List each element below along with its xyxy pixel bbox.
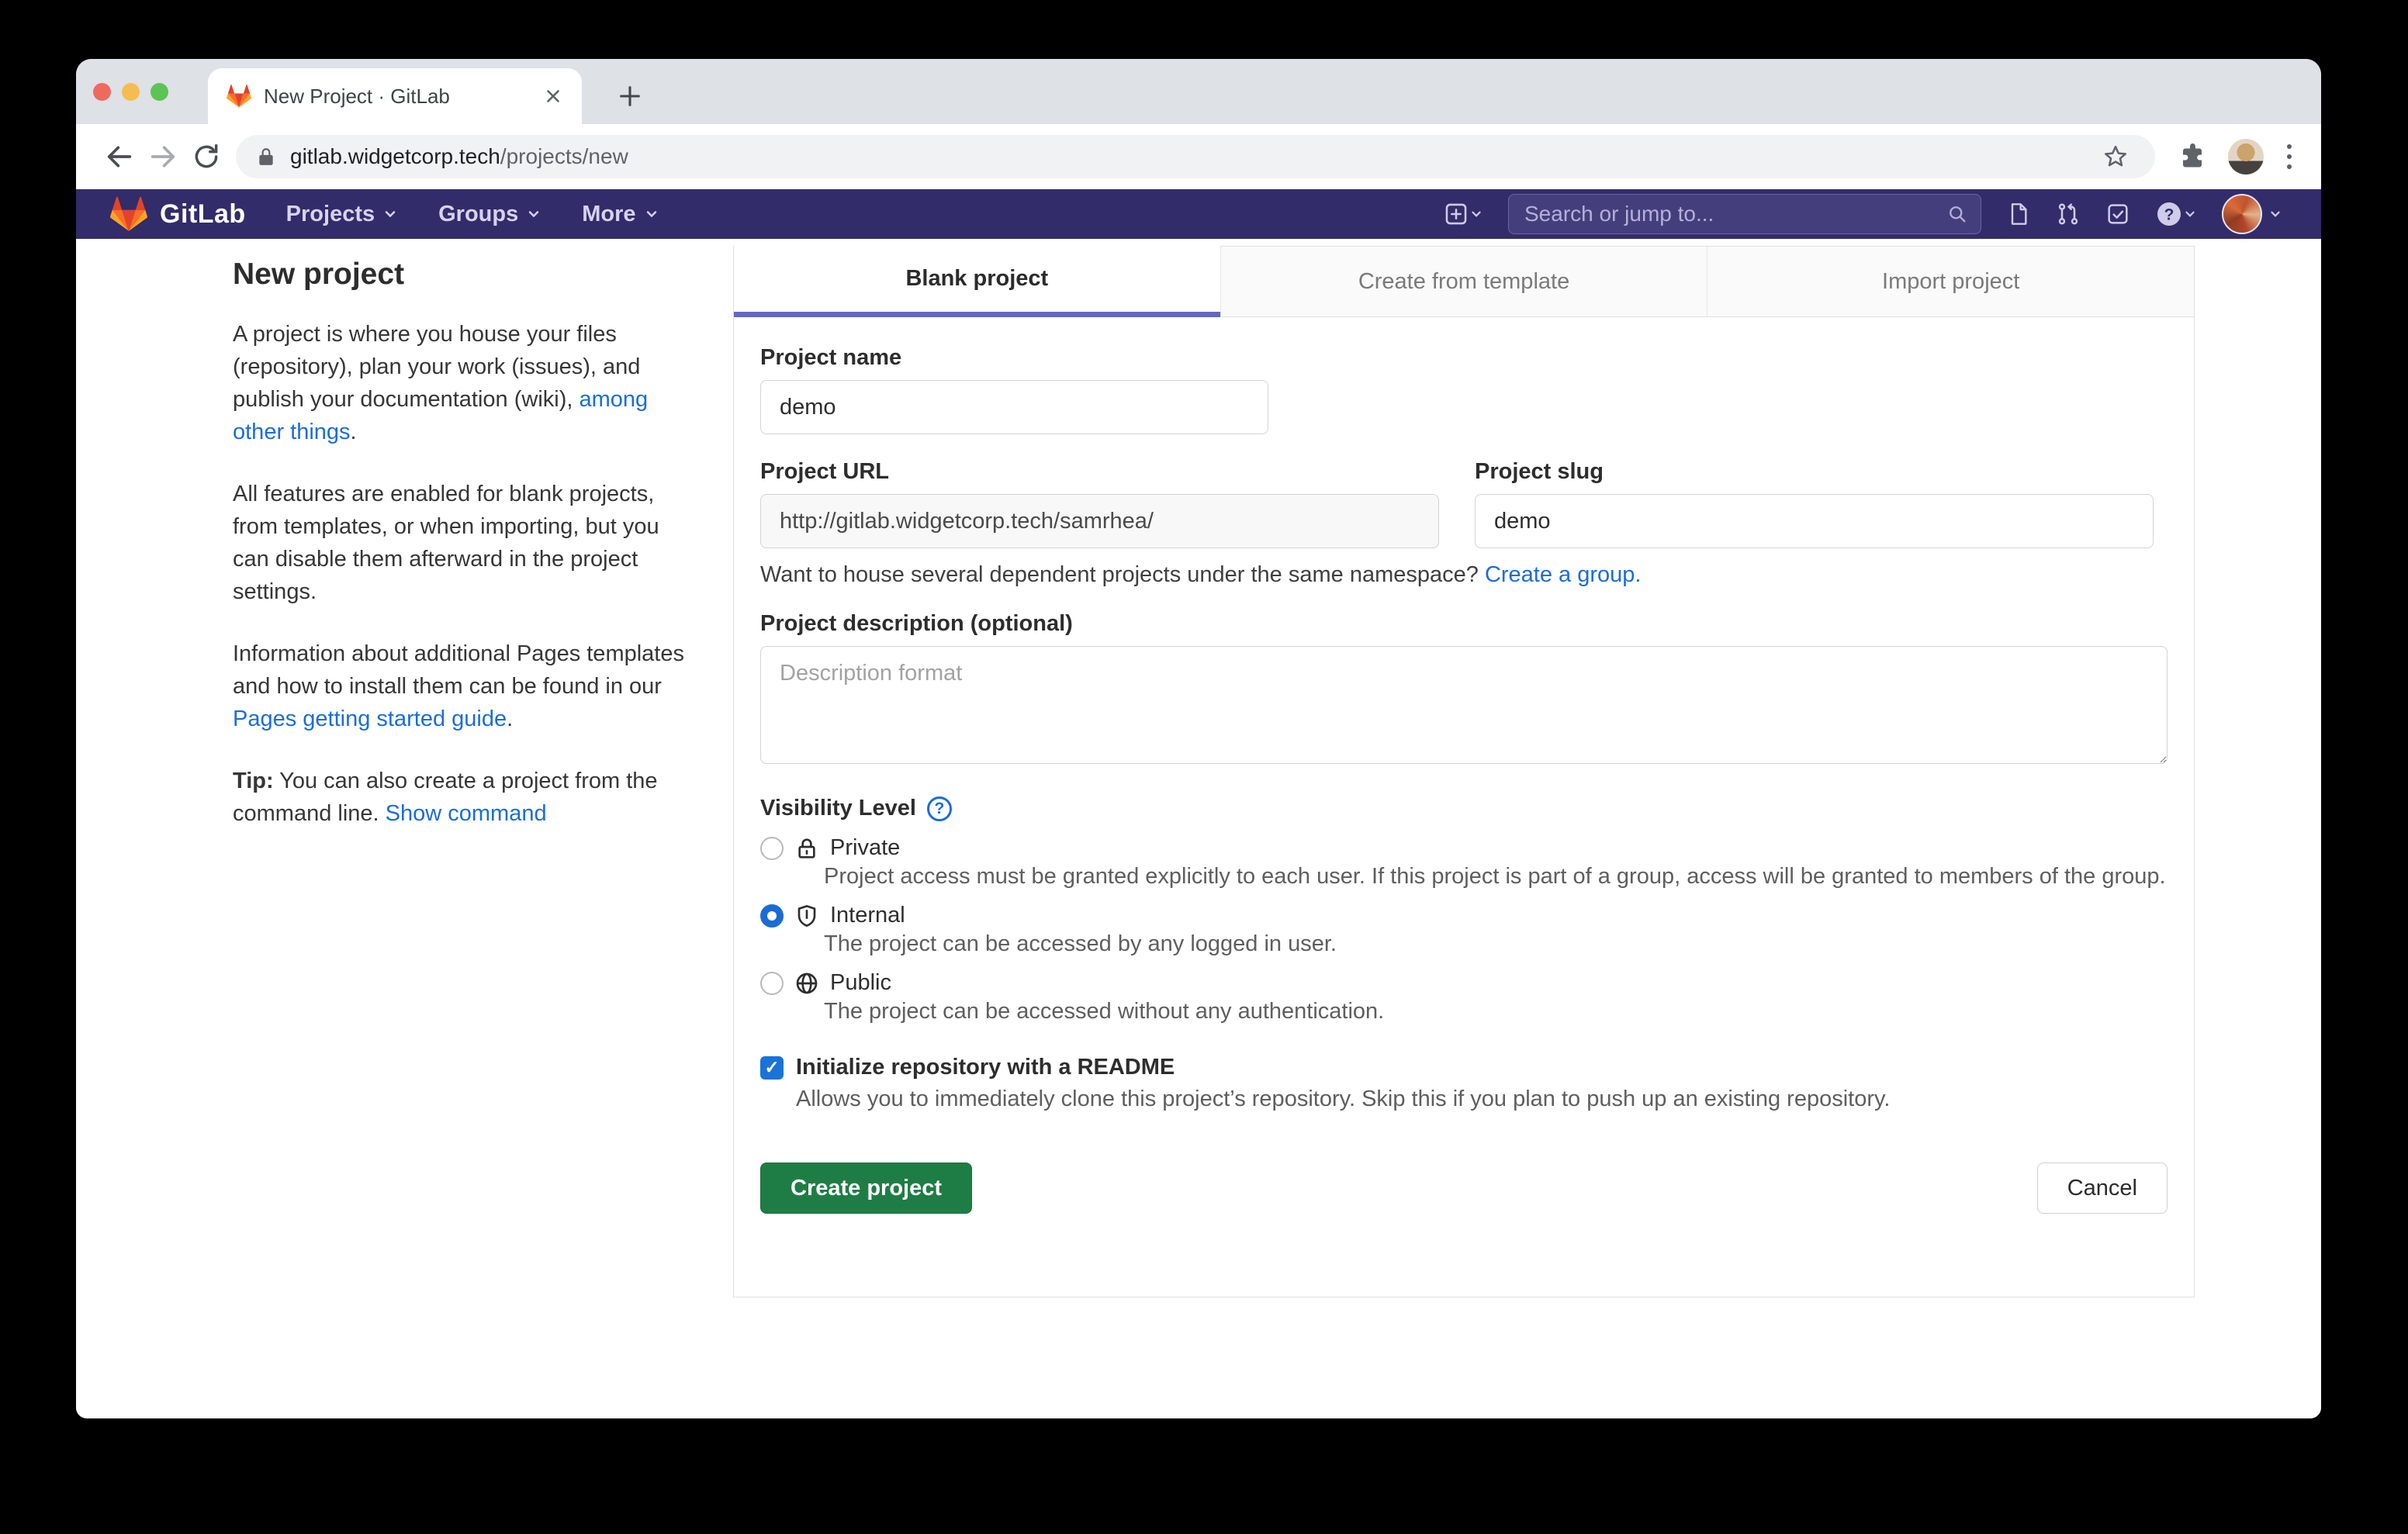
kebab-menu-icon[interactable]	[2287, 144, 2292, 169]
chevron-down-icon	[382, 206, 398, 222]
tab-import-project[interactable]: Import project	[1707, 246, 2194, 317]
browser-window: New Project · GitLab gitlab.widgetcorp.t…	[76, 59, 2321, 1418]
document-icon[interactable]	[2006, 202, 2031, 226]
project-description-textarea[interactable]	[760, 646, 2168, 764]
chevron-down-icon	[1469, 207, 1483, 221]
close-tab-icon[interactable]	[543, 86, 563, 106]
url-host: gitlab.widgetcorp.tech	[290, 144, 500, 168]
forward-icon[interactable]	[141, 135, 185, 178]
page-description-column: New project A project is where you house…	[233, 257, 690, 859]
intro-paragraph: A project is where you house your files …	[233, 318, 690, 448]
tab-blank-project[interactable]: Blank project	[734, 246, 1220, 317]
globe-icon	[794, 971, 819, 996]
search-placeholder: Search or jump to...	[1524, 202, 1946, 226]
visibility-option-public[interactable]: Public The project can be accessed witho…	[760, 970, 2168, 1027]
chevron-down-icon	[2183, 207, 2197, 221]
shield-icon	[794, 903, 819, 928]
menu-projects[interactable]: Projects	[286, 202, 398, 227]
tip-paragraph: Tip: You can also create a project from …	[233, 765, 690, 830]
star-icon[interactable]	[2102, 143, 2129, 170]
readme-label: Initialize repository with a README	[796, 1055, 1175, 1080]
plus-box-icon[interactable]	[1443, 201, 1483, 227]
user-avatar[interactable]	[2222, 194, 2282, 234]
menu-more[interactable]: More	[582, 202, 659, 227]
radio-private[interactable]	[760, 837, 784, 860]
question-icon[interactable]: ?	[927, 796, 952, 821]
reload-icon[interactable]	[185, 135, 228, 178]
pages-paragraph: Information about additional Pages templ…	[233, 637, 690, 735]
search-input[interactable]: Search or jump to...	[1508, 194, 1981, 234]
page-content: New project A project is where you house…	[76, 239, 2321, 1418]
brand-name: GitLab	[160, 199, 246, 230]
address-bar[interactable]: gitlab.widgetcorp.tech/projects/new	[236, 135, 2155, 178]
navbar-right: Search or jump to... ?	[1443, 194, 2282, 234]
help-icon[interactable]: ?	[2155, 200, 2197, 228]
pages-guide-link[interactable]: Pages getting started guide	[233, 707, 507, 731]
browser-tab[interactable]: New Project · GitLab	[208, 68, 582, 124]
new-tab-icon[interactable]	[607, 73, 653, 119]
close-window-button[interactable]	[93, 83, 111, 101]
lock-icon	[256, 147, 276, 167]
back-icon[interactable]	[98, 135, 141, 178]
show-command-link[interactable]: Show command	[386, 801, 547, 826]
browser-profile-avatar[interactable]	[2228, 139, 2264, 174]
radio-public[interactable]	[760, 972, 784, 995]
gitlab-menu: Projects Groups More	[286, 202, 659, 227]
browser-tabstrip: New Project · GitLab	[76, 59, 2321, 124]
project-url-input[interactable]	[760, 494, 1439, 548]
project-slug-input[interactable]	[1475, 494, 2154, 548]
new-project-panel: Blank project Create from template Impor…	[733, 246, 2195, 1297]
project-type-tabs: Blank project Create from template Impor…	[734, 246, 2194, 317]
zoom-window-button[interactable]	[150, 83, 168, 101]
project-url-label: Project URL	[760, 459, 1439, 485]
chevron-down-icon	[644, 206, 659, 222]
gitlab-favicon	[227, 84, 251, 109]
todo-check-icon[interactable]	[2105, 202, 2130, 226]
chevron-down-icon	[526, 206, 541, 222]
browser-toolbar: gitlab.widgetcorp.tech/projects/new	[76, 124, 2321, 189]
visibility-option-private[interactable]: Private Project access must be granted e…	[760, 835, 2168, 892]
chevron-down-icon	[2268, 207, 2282, 221]
readme-section[interactable]: ✓ Initialize repository with a README Al…	[760, 1055, 2168, 1114]
create-project-button[interactable]: Create project	[760, 1163, 972, 1214]
project-description-label: Project description (optional)	[760, 611, 2168, 637]
avatar	[2222, 194, 2262, 234]
extensions-icon[interactable]	[2178, 143, 2206, 171]
merge-request-icon[interactable]	[2056, 202, 2081, 226]
minimize-window-button[interactable]	[122, 83, 140, 101]
gitlab-logo[interactable]: GitLab	[110, 195, 246, 233]
visibility-option-internal[interactable]: Internal The project can be accessed by …	[760, 903, 2168, 959]
form-actions: Create project Cancel	[760, 1163, 2168, 1214]
tab-create-from-template[interactable]: Create from template	[1220, 246, 1707, 317]
create-group-link[interactable]: Create a group.	[1485, 562, 1642, 587]
search-icon	[1946, 203, 1968, 225]
menu-groups[interactable]: Groups	[438, 202, 541, 227]
tab-title: New Project · GitLab	[264, 85, 543, 109]
project-slug-label: Project slug	[1475, 459, 2154, 485]
readme-description: Allows you to immediately clone this pro…	[796, 1083, 2168, 1114]
radio-internal[interactable]	[760, 904, 784, 928]
project-name-label: Project name	[760, 345, 2168, 371]
namespace-hint: Want to house several dependent projects…	[760, 562, 2168, 588]
page-title: New project	[233, 257, 690, 292]
gitlab-navbar: GitLab Projects Groups More Search or ju	[76, 189, 2321, 239]
features-paragraph: All features are enabled for blank proje…	[233, 478, 690, 608]
visibility-level-label: Visibility Level ?	[760, 796, 2168, 821]
url-text: gitlab.widgetcorp.tech/projects/new	[290, 144, 2091, 169]
readme-checkbox[interactable]: ✓	[760, 1056, 784, 1080]
cancel-button[interactable]: Cancel	[2037, 1163, 2168, 1214]
blank-project-form: Project name Project URL Project slug Wa…	[734, 317, 2194, 1237]
lock-icon	[794, 836, 819, 861]
gitlab-tanuki-icon	[110, 195, 147, 233]
svg-text:?: ?	[2164, 206, 2174, 224]
project-name-input[interactable]	[760, 380, 1268, 434]
url-path: /projects/new	[500, 144, 628, 168]
window-controls	[93, 59, 168, 124]
